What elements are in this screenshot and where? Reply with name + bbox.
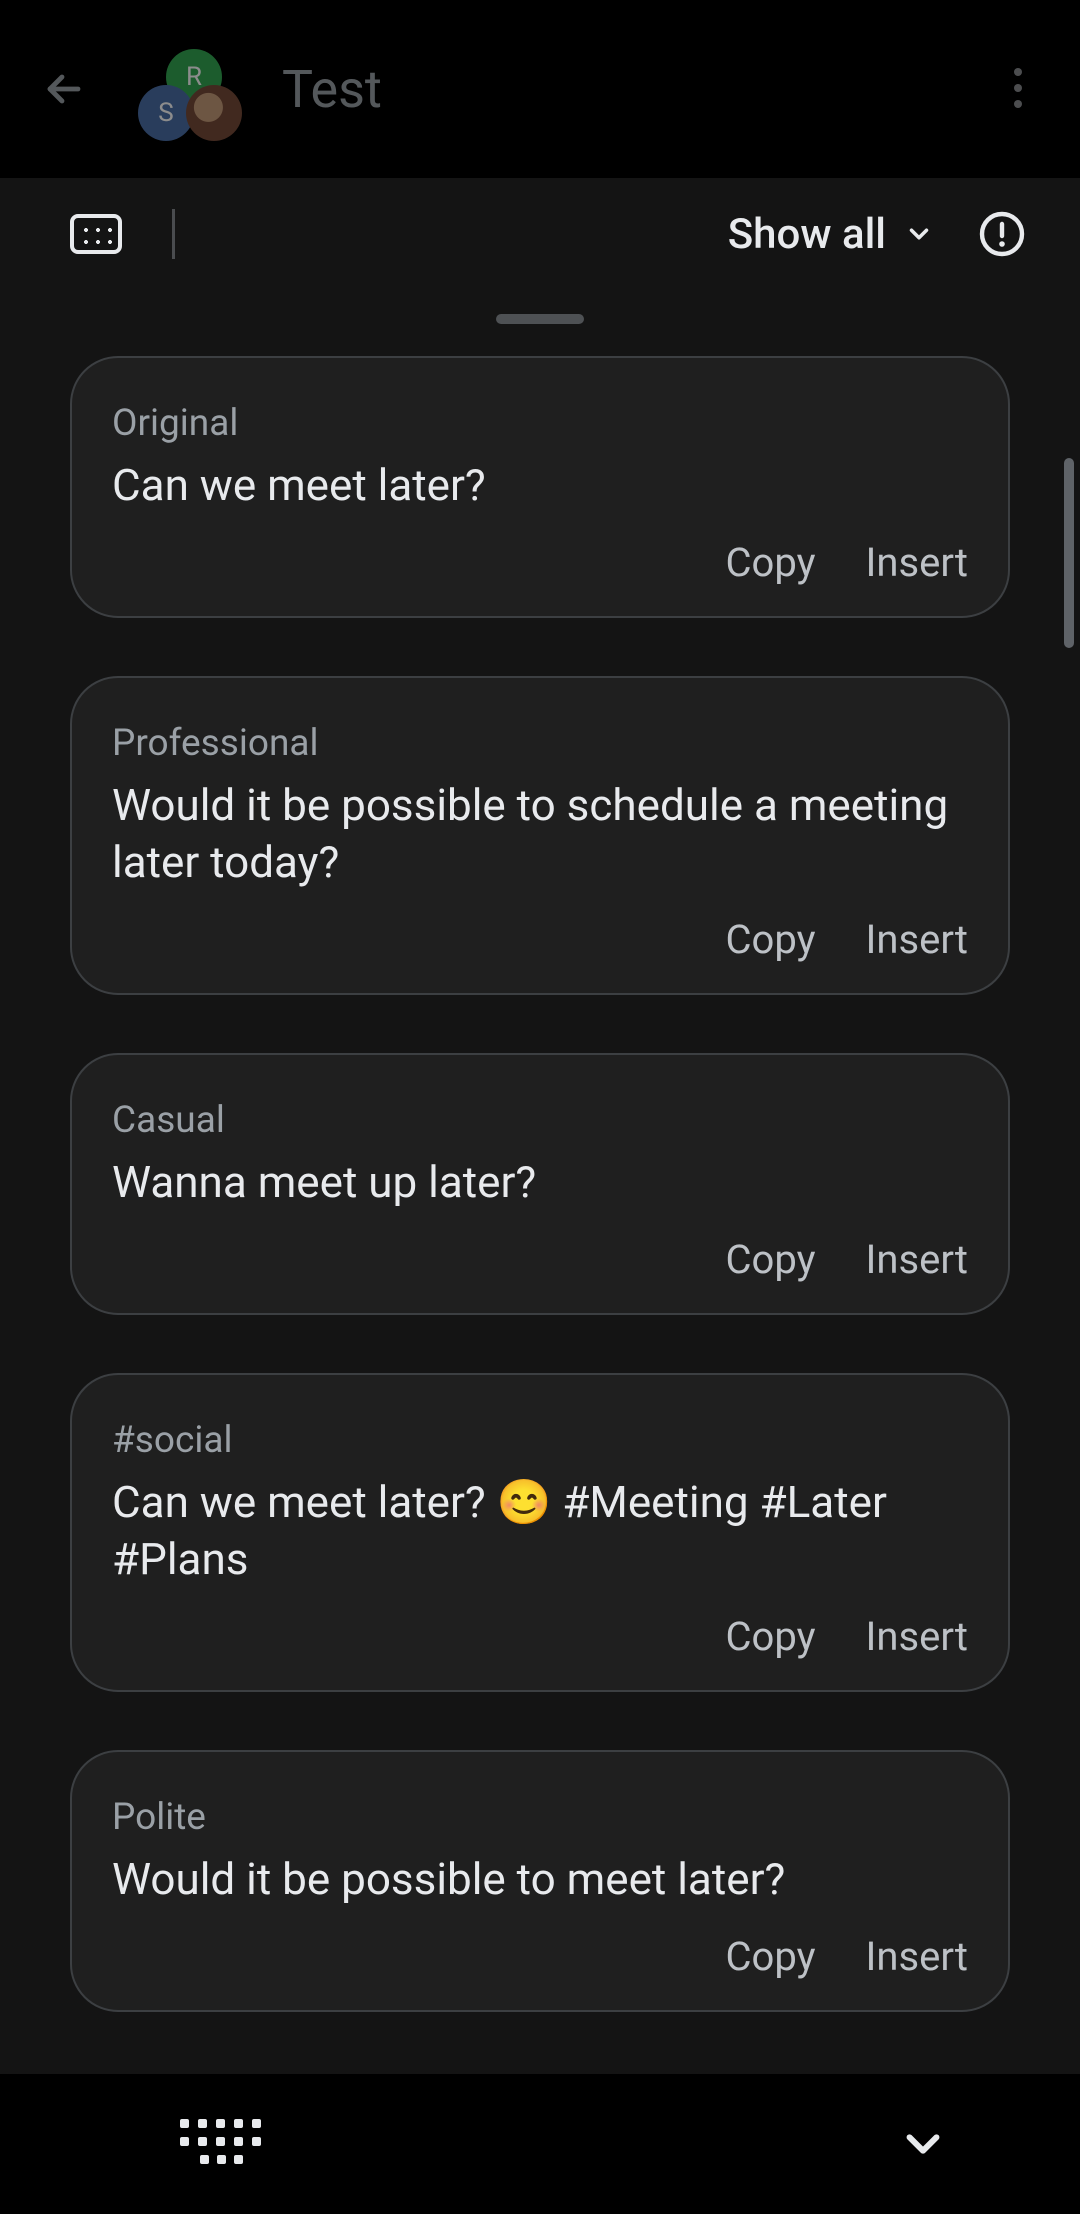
suggestion-card: Polite Would it be possible to meet late… (70, 1750, 1010, 2012)
copy-button[interactable]: Copy (726, 1933, 816, 1980)
alert-icon[interactable] (934, 210, 1026, 258)
insert-button[interactable]: Insert (866, 539, 968, 586)
collapse-keyboard-icon[interactable] (896, 2117, 950, 2171)
suggestion-label: Professional (112, 722, 968, 765)
suggestion-label: Polite (112, 1796, 968, 1839)
copy-button[interactable]: Copy (726, 1613, 816, 1660)
suggestion-card: Professional Would it be possible to sch… (70, 676, 1010, 995)
drag-handle[interactable] (496, 314, 584, 324)
filter-label: Show all (728, 210, 886, 259)
suggestion-card: #social Can we meet later? 😊 #Meeting #L… (70, 1373, 1010, 1692)
suggestion-label: Original (112, 402, 968, 445)
insert-button[interactable]: Insert (866, 916, 968, 963)
suggestion-text: Can we meet later? (112, 457, 968, 513)
divider (172, 209, 175, 259)
copy-button[interactable]: Copy (726, 539, 816, 586)
keyboard-grid-icon[interactable] (180, 2119, 260, 2169)
panel-header: Show all (0, 178, 1080, 290)
suggestion-label: #social (112, 1419, 968, 1462)
suggestions-list: Original Can we meet later? Copy Insert … (0, 356, 1080, 2012)
filter-dropdown[interactable]: Show all (728, 210, 934, 259)
suggestion-card: Original Can we meet later? Copy Insert (70, 356, 1010, 618)
insert-button[interactable]: Insert (866, 1236, 968, 1283)
suggestion-text: Would it be possible to schedule a meeti… (112, 777, 968, 890)
suggestion-text: Wanna meet up later? (112, 1154, 968, 1210)
keyboard-icon[interactable] (70, 214, 122, 254)
insert-button[interactable]: Insert (866, 1613, 968, 1660)
chevron-down-icon (904, 219, 934, 249)
scrollbar[interactable] (1064, 458, 1074, 648)
insert-button[interactable]: Insert (866, 1933, 968, 1980)
suggestion-label: Casual (112, 1099, 968, 1142)
dim-overlay (0, 0, 1080, 178)
suggestion-text: Can we meet later? 😊 #Meeting #Later #Pl… (112, 1474, 968, 1587)
suggestion-card: Casual Wanna meet up later? Copy Insert (70, 1053, 1010, 1315)
suggestion-text: Would it be possible to meet later? (112, 1851, 968, 1907)
suggestions-panel: Show all Original Can we meet later? Cop… (0, 178, 1080, 2214)
copy-button[interactable]: Copy (726, 916, 816, 963)
keyboard-bar (0, 2074, 1080, 2214)
copy-button[interactable]: Copy (726, 1236, 816, 1283)
